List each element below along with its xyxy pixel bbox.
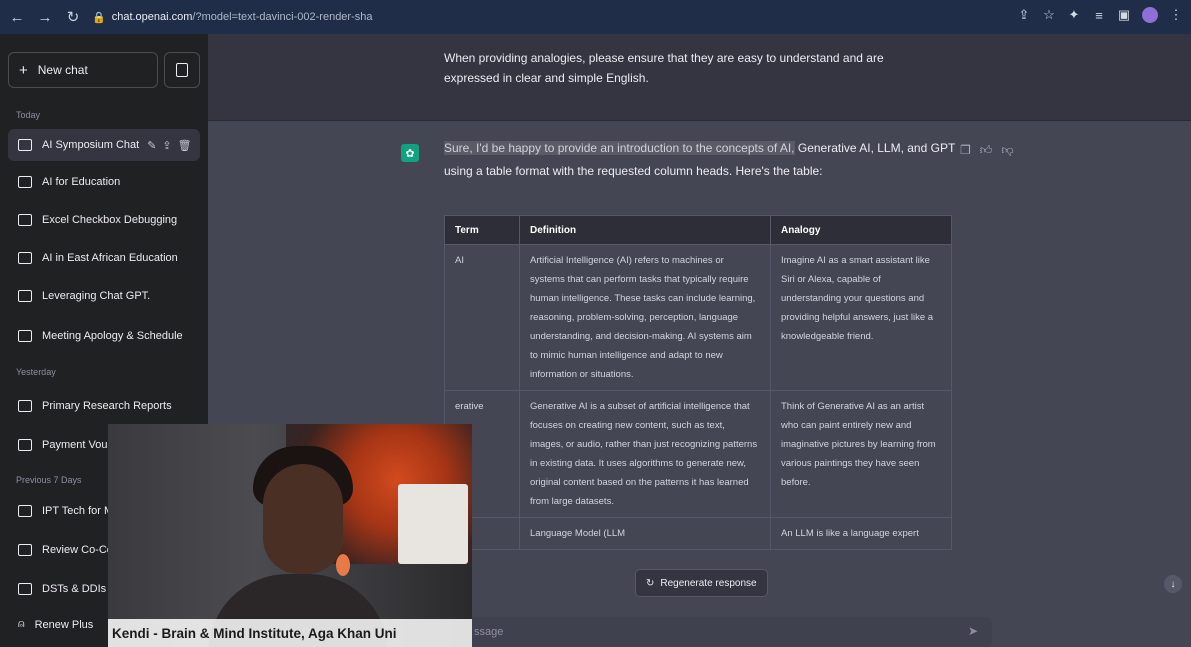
reading-list-icon[interactable]: ≡ <box>1092 8 1106 23</box>
user-menu[interactable]: ⍝ Renew Plus <box>18 618 93 631</box>
wall-frame <box>398 484 468 564</box>
section-today: Today <box>16 110 41 120</box>
chat-bubble-icon <box>18 505 32 517</box>
back-icon[interactable]: ← <box>6 6 28 28</box>
message-input-placeholder: ssage <box>474 626 504 638</box>
plus-icon: + <box>19 61 28 79</box>
copy-icon[interactable]: ❐ <box>960 143 971 158</box>
chatgpt-logo-icon: ✿ <box>401 144 419 162</box>
speaker-face <box>263 464 343 574</box>
user-label: Renew Plus <box>34 618 94 631</box>
share-icon[interactable]: ⇪ <box>1017 7 1031 23</box>
section-previous-7-days: Previous 7 Days <box>16 475 82 485</box>
table-cell-definition: Generative AI is a subset of artificial … <box>519 390 771 518</box>
regenerate-icon: ↻ <box>646 577 655 589</box>
concepts-table: Term Definition Analogy AI Artificial In… <box>444 215 952 550</box>
table-cell-analogy: An LLM is like a language expert <box>770 517 952 550</box>
thumbs-up-icon[interactable]: 👍︎ <box>980 143 993 158</box>
chat-bubble-icon <box>18 290 32 302</box>
chat-bubble-icon <box>18 214 32 226</box>
address-bar[interactable]: 🔒 chat.openai.com /?model=text-davinci-0… <box>92 6 982 28</box>
send-icon[interactable]: ➤ <box>968 624 978 638</box>
chat-item-label: IPT Tech for M <box>42 505 114 517</box>
extensions-icon[interactable]: ✦ <box>1067 7 1081 23</box>
chat-item-ai-symposium[interactable]: AI Symposium Chat ✎ ⇪ 🗑 <box>8 129 200 161</box>
chat-item-label: AI in East African Education <box>42 252 178 264</box>
user-icon: ⍝ <box>18 618 25 630</box>
share-icon[interactable]: ⇪ <box>162 139 171 152</box>
table-cell-term: AI <box>444 244 520 391</box>
chat-bubble-icon <box>18 439 32 451</box>
video-call-overlay: Kendi - Brain & Mind Institute, Aga Khan… <box>108 424 472 647</box>
delete-icon[interactable]: 🗑 <box>178 139 192 152</box>
thumbs-down-icon[interactable]: 👎︎ <box>1001 143 1013 158</box>
new-chat-button[interactable]: + New chat <box>8 52 158 88</box>
chat-item-label: Primary Research Reports <box>42 400 172 412</box>
chat-item-leveraging-gpt[interactable]: Leveraging Chat GPT. <box>8 280 200 312</box>
chat-item-primary-research[interactable]: Primary Research Reports <box>8 390 200 422</box>
chat-bubble-icon <box>18 400 32 412</box>
chat-item-meeting-apology[interactable]: Meeting Apology & Schedule <box>8 320 200 352</box>
lock-icon: 🔒 <box>92 11 106 24</box>
user-message-text: When providing analogies, please ensure … <box>444 51 884 85</box>
chat-bubble-icon <box>18 139 32 151</box>
chat-item-label: Excel Checkbox Debugging <box>42 214 178 226</box>
speaker-caption: Kendi - Brain & Mind Institute, Aga Khan… <box>108 619 472 647</box>
forward-icon[interactable]: → <box>34 6 56 28</box>
chat-item-label: Payment Vou <box>42 439 108 451</box>
section-yesterday: Yesterday <box>16 367 56 377</box>
table-cell-definition: Artificial Intelligence (AI) refers to m… <box>519 244 771 391</box>
regenerate-label: Regenerate response <box>660 577 757 589</box>
chat-item-label: Meeting Apology & Schedule <box>42 330 183 342</box>
chat-bubble-icon <box>18 330 32 342</box>
profile-avatar[interactable] <box>1142 7 1158 23</box>
chat-item-label: Leveraging Chat GPT. <box>42 290 151 302</box>
regenerate-response-button[interactable]: ↻ Regenerate response <box>635 569 768 597</box>
table-cell-definition: Language Model (LLM <box>519 517 771 550</box>
chat-item-label: AI for Education <box>42 176 121 188</box>
table-row: erative Generative AI is a subset of art… <box>444 390 952 518</box>
scroll-down-icon[interactable]: ↓ <box>1164 575 1182 593</box>
table-cell-analogy: Think of Generative AI as an artist who … <box>770 390 952 518</box>
reload-icon[interactable]: ↻ <box>62 6 84 28</box>
table-header-row: Term Definition Analogy <box>444 215 952 245</box>
side-panel-icon[interactable]: ▣ <box>1117 7 1131 23</box>
new-chat-label: New chat <box>37 63 88 77</box>
table-header: Term <box>444 215 520 245</box>
chat-item-ai-east-africa[interactable]: AI in East African Education <box>8 242 200 274</box>
assistant-message-text: Sure, I'd be happy to provide an introdu… <box>444 137 964 183</box>
url-host: chat.openai.com <box>111 11 193 23</box>
selected-text[interactable]: Sure, I'd be happy to provide an introdu… <box>444 141 795 155</box>
table-header: Definition <box>519 215 771 245</box>
chat-item-excel-checkbox[interactable]: Excel Checkbox Debugging <box>8 204 200 236</box>
table-header: Analogy <box>770 215 952 245</box>
message-input[interactable]: ssage ➤ <box>444 617 992 647</box>
chat-item-label: AI Symposium Chat <box>42 139 140 151</box>
chat-item-ai-education[interactable]: AI for Education <box>8 166 200 198</box>
chat-bubble-icon <box>18 583 32 595</box>
edit-icon[interactable]: ✎ <box>147 139 156 152</box>
user-message: When providing analogies, please ensure … <box>208 34 1191 121</box>
table-cell-analogy: Imagine AI as a smart assistant like Sir… <box>770 244 952 391</box>
browser-toolbar: ← → ↻ 🔒 chat.openai.com /?model=text-dav… <box>0 0 1191 34</box>
menu-dots-icon[interactable]: ⋮ <box>1169 7 1183 23</box>
bookmark-star-icon[interactable]: ☆ <box>1042 7 1056 23</box>
chat-bubble-icon <box>18 544 32 556</box>
table-row: M Language Model (LLM An LLM is like a l… <box>444 517 952 550</box>
toggle-sidebar-button[interactable] <box>164 52 200 88</box>
chat-item-label: DSTs & DDIs S <box>42 583 117 595</box>
url-path: /?model=text-davinci-002-render-sha <box>192 11 373 23</box>
chat-item-label: Review Co-Co <box>42 544 113 556</box>
sidebar-toggle-icon <box>176 63 188 77</box>
chat-bubble-icon <box>18 176 32 188</box>
speaker-earring <box>336 554 350 576</box>
chat-bubble-icon <box>18 252 32 264</box>
table-row: AI Artificial Intelligence (AI) refers t… <box>444 244 952 391</box>
